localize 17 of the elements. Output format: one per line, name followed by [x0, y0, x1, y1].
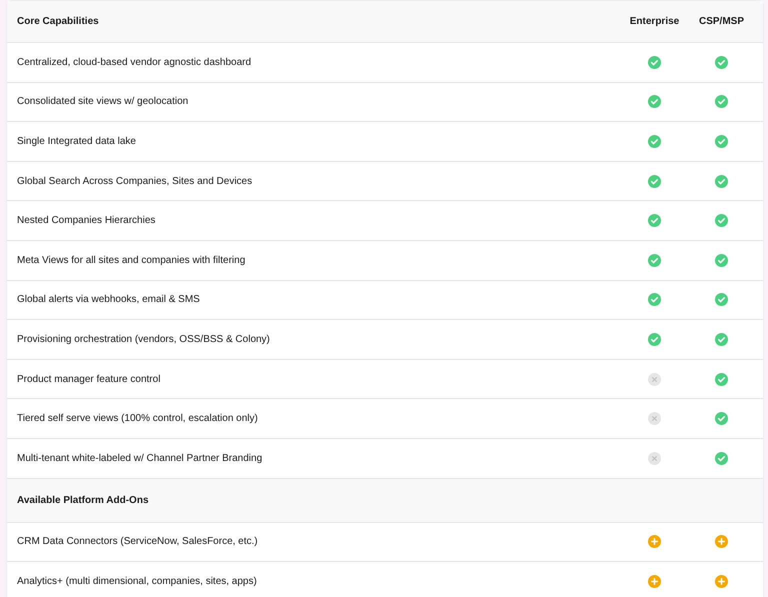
- column-header: Core Capabilities: [17, 15, 100, 29]
- feature-label: Provisioning orchestration (vendors, OSS/BSS & Colony): [17, 332, 271, 347]
- feature-label: Analytics+ (multi dimensional, companies, sites, apps): [17, 574, 258, 589]
- section-title: Available Platform Add-Ons: [17, 494, 149, 508]
- column-header: Enterprise: [630, 15, 680, 29]
- feature-label: CRM Data Connectors (ServiceNow, SalesForce, etc.): [17, 535, 259, 550]
- feature-label: Consolidated site views w/ geolocation: [17, 95, 190, 110]
- feature-label: Tiered self serve views (100% control, escalation only): [17, 412, 259, 426]
- feature-label: Product manager feature control: [17, 372, 162, 387]
- feature-label: Global alerts via webhooks, email & SMS: [17, 293, 201, 308]
- column-header: CSP/MSP: [698, 15, 744, 29]
- feature-label: Meta Views for all sites and companies with filtering: [17, 254, 246, 268]
- feature-label: Nested Companies Hierarchies: [17, 214, 156, 228]
- feature-label: Centralized, cloud-based vendor agnostic dashboard: [17, 56, 252, 70]
- feature-label: Multi-tenant white-labeled w/ Channel Partner Branding: [17, 452, 264, 466]
- feature-label: Global Search Across Companies, Sites and Devices: [17, 174, 254, 189]
- feature-label: Single Integrated data lake: [17, 134, 137, 149]
